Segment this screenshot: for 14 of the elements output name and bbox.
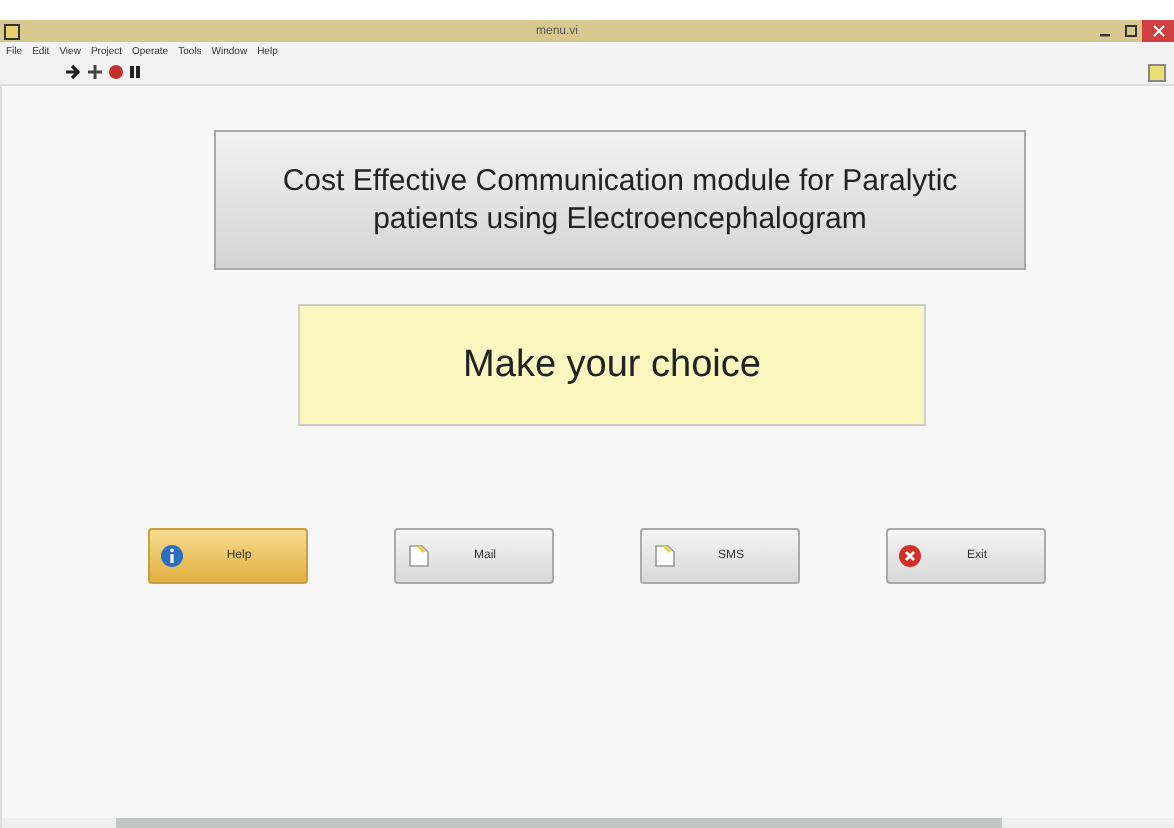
close-icon [1151,24,1165,38]
heading-panel: Cost Effective Communication module for Paralytic patients using Electroencephalogram [214,130,1026,270]
close-button[interactable] [1142,20,1174,42]
info-icon [159,544,183,568]
pause-icon[interactable] [128,64,142,80]
maximize-icon [1123,24,1137,38]
prompt-panel: Make your choice [298,304,926,426]
scrollbar-thumb[interactable] [116,818,1002,828]
error-icon [897,544,921,568]
abort-icon[interactable] [108,64,124,80]
document-icon [651,544,675,568]
app-icon [4,23,20,39]
run-arrow-icon[interactable] [64,64,82,80]
document-icon [405,544,429,568]
